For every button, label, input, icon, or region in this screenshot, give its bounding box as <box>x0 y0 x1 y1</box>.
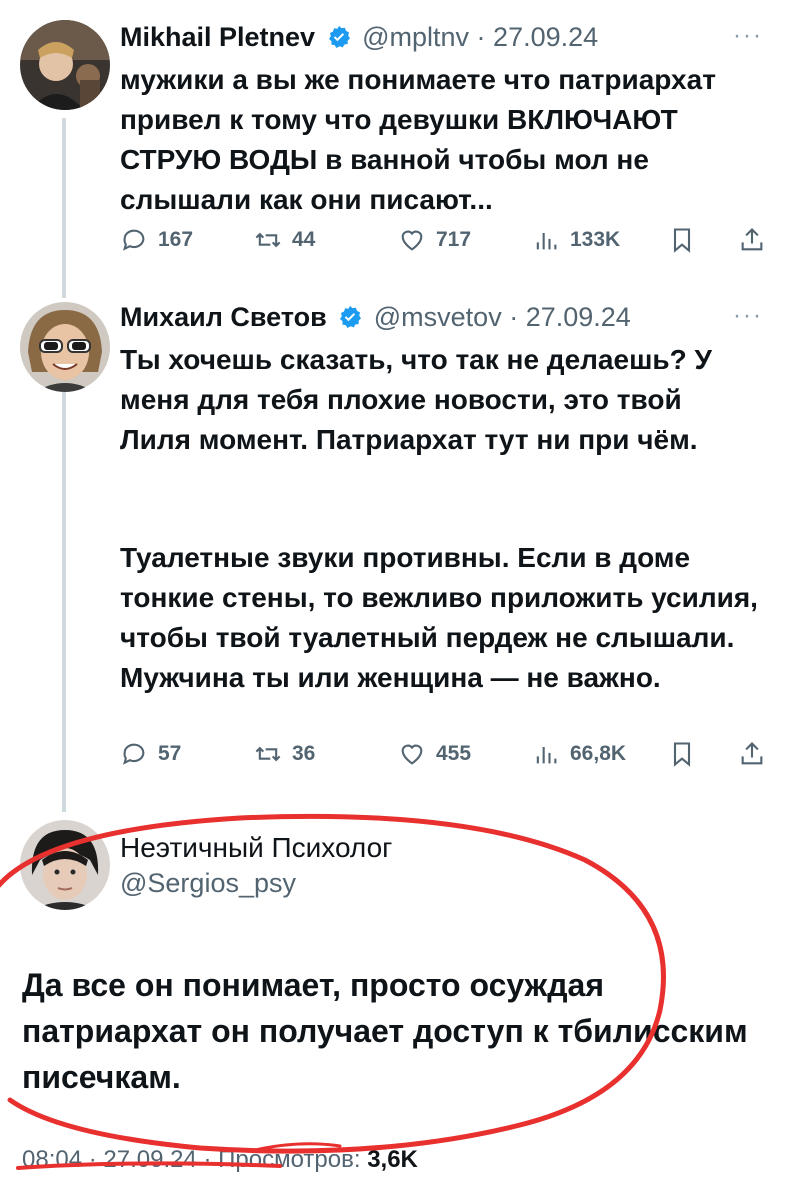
separator-dot: · <box>469 22 494 52</box>
retweet-count: 36 <box>292 742 316 765</box>
share-icon <box>741 742 763 765</box>
avatar[interactable] <box>20 302 110 392</box>
tweet-time[interactable]: 08:04 <box>22 1146 82 1173</box>
author-name[interactable]: Неэтичный Психолог <box>120 832 392 864</box>
share-icon <box>741 228 763 251</box>
tweet-date[interactable]: 27.09.24 <box>526 302 631 332</box>
share-button[interactable] <box>738 740 766 768</box>
bookmark-icon <box>673 228 691 253</box>
like-count: 455 <box>436 742 472 765</box>
bookmark-button[interactable] <box>668 740 696 768</box>
like-icon <box>401 230 423 251</box>
tweet[interactable]: Mikhail Pletnev @mpltnv · 27.09.24 ··· м… <box>0 0 785 290</box>
like-button[interactable]: 455 <box>398 740 471 768</box>
views-button[interactable]: 133K <box>532 226 620 254</box>
views-label: Просмотров: <box>218 1146 361 1173</box>
verified-badge-icon <box>328 26 350 48</box>
like-icon <box>401 744 423 765</box>
like-count: 717 <box>436 228 472 251</box>
tweet-text-paragraph-2: Туалетные звуки противны. Если в доме то… <box>120 542 758 693</box>
views-count: 3,6K <box>367 1146 418 1173</box>
tweet-header: Mikhail Pletnev @mpltnv · 27.09.24 <box>120 22 598 53</box>
author-handle[interactable]: @mpltnv <box>362 22 469 52</box>
reply-icon <box>123 743 145 765</box>
action-bar: 57 36 455 66,8K <box>120 740 770 776</box>
reply-count: 57 <box>158 742 182 765</box>
tweet-header: Михаил Светов @msvetov · 27.09.24 <box>120 302 631 333</box>
retweet-button[interactable]: 36 <box>254 740 315 768</box>
views-icon <box>536 747 557 764</box>
author-name[interactable]: Mikhail Pletnev <box>120 22 315 52</box>
author-handle[interactable]: @Sergios_psy <box>120 868 296 899</box>
retweet-icon <box>255 746 281 762</box>
separator-dot: · <box>82 1146 104 1173</box>
reply-button[interactable]: 57 <box>120 740 181 768</box>
author-name[interactable]: Михаил Светов <box>120 302 327 332</box>
tweet-date[interactable]: 27.09.24 <box>103 1146 196 1173</box>
tweet-date[interactable]: 27.09.24 <box>493 22 598 52</box>
more-icon[interactable]: ··· <box>733 22 763 50</box>
tweet-text: Да все он понимает, просто осуждая патри… <box>22 967 748 1095</box>
tweet-meta: 08:04 · 27.09.24 · Просмотров: 3,6K <box>22 1146 418 1174</box>
like-button[interactable]: 717 <box>398 226 471 254</box>
retweet-count: 44 <box>292 228 316 251</box>
retweet-icon <box>255 232 281 248</box>
author-handle[interactable]: @msvetov <box>374 302 502 332</box>
bookmark-button[interactable] <box>668 226 696 254</box>
share-button[interactable] <box>738 226 766 254</box>
avatar[interactable] <box>20 820 110 910</box>
bookmark-icon <box>673 742 691 767</box>
tweet-text-paragraph-1: Ты хочешь сказать, что так не делаешь? У… <box>120 344 712 455</box>
separator-dot: · <box>501 302 526 332</box>
views-count: 66,8K <box>570 742 627 765</box>
tweet[interactable]: Михаил Светов @msvetov · 27.09.24 ··· Ты… <box>0 292 785 802</box>
verified-badge-icon <box>340 306 362 328</box>
focused-tweet[interactable]: Неэтичный Психолог @Sergios_psy Да все о… <box>0 812 785 1200</box>
views-count: 133K <box>570 228 621 251</box>
retweet-button[interactable]: 44 <box>254 226 315 254</box>
reply-button[interactable]: 167 <box>120 226 193 254</box>
more-icon[interactable]: ··· <box>733 302 763 330</box>
action-bar: 167 44 717 133K <box>120 226 770 262</box>
views-icon <box>536 233 557 250</box>
views-button[interactable]: 66,8K <box>532 740 626 768</box>
avatar[interactable] <box>20 20 110 110</box>
tweet-text: мужики а вы же понимаете что патриархат … <box>120 64 716 215</box>
reply-count: 167 <box>158 228 194 251</box>
separator-dot: · <box>196 1146 219 1173</box>
reply-icon <box>123 229 145 251</box>
